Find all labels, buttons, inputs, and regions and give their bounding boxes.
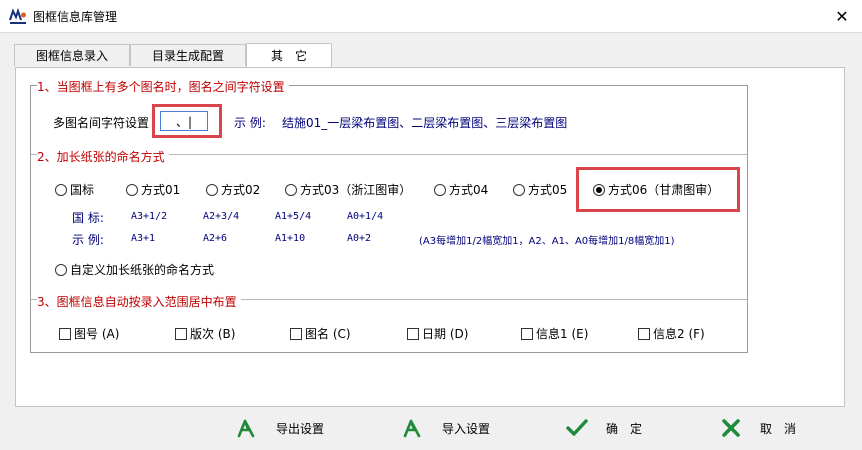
standard-value: A2+3/4 (203, 211, 240, 222)
radio-fangshi06[interactable]: 方式06（甘肃图审） (593, 181, 719, 198)
radio-circle (55, 263, 67, 276)
app-logo-icon (9, 7, 26, 24)
standard-value: A1+5/4 (275, 211, 312, 222)
export-settings-label: 导出设置 (276, 421, 325, 436)
export-arrow-icon (237, 419, 255, 438)
standard-value: A0+1/4 (347, 211, 384, 222)
tab-label: 其 它 (270, 49, 307, 63)
radio-label: 方式02 (221, 183, 261, 197)
radio-fangshi01[interactable]: 方式01 (126, 181, 180, 198)
cancel-x-icon (722, 419, 740, 437)
standard-value: A3+1/2 (131, 211, 168, 222)
radio-circle (126, 183, 138, 196)
example-value: A0+2 (347, 233, 372, 244)
tab-label: 图框信息录入 (35, 49, 108, 63)
radio-guobiao[interactable]: 国标 (55, 181, 94, 198)
example-value: A3+1 (131, 233, 156, 244)
section3-title: 3、图框信息自动按录入范围居中布置 (37, 293, 241, 310)
window-title: 图框信息库管理 (33, 10, 118, 24)
separator-input[interactable] (160, 111, 208, 131)
radio-fangshi03[interactable]: 方式03（浙江图审） (285, 181, 411, 198)
checkbox-label: 版次 (B) (190, 327, 236, 341)
radio-fangshi05[interactable]: 方式05 (513, 181, 567, 198)
radio-circle (513, 183, 525, 196)
checkbox-box (638, 327, 650, 340)
cancel-label: 取 消 (760, 421, 797, 436)
checkbox-label: 图名 (C) (305, 327, 351, 341)
radio-label: 国标 (70, 183, 95, 197)
tab-frame-info-entry[interactable]: 图框信息录入 (14, 44, 130, 66)
import-settings-label: 导入设置 (442, 421, 491, 436)
checkbox-label: 图号 (A) (74, 327, 120, 341)
radio-label: 自定义加长纸张的命名方式 (70, 263, 215, 277)
radio-label: 方式05 (528, 183, 568, 197)
radio-label: 方式01 (141, 183, 181, 197)
example-value: A1+10 (275, 233, 306, 244)
import-settings-button[interactable]: 导入设置 (402, 413, 490, 443)
radio-fangshi02[interactable]: 方式02 (206, 181, 260, 198)
title-bar: 图框信息库管理 ✕ (0, 0, 862, 32)
checkbox-label: 信息1 (E) (536, 327, 589, 341)
radio-label: 方式06（甘肃图审） (608, 183, 720, 197)
tab-label: 目录生成配置 (151, 49, 224, 63)
example-label: 示 例: (234, 116, 266, 130)
example-text: 结施01_一层梁布置图、二层梁布置图、三层梁布置图 (282, 116, 568, 130)
cancel-button[interactable]: 取 消 (720, 413, 796, 443)
checkbox-tuming[interactable]: 图名 (C) (290, 325, 351, 342)
radio-circle (434, 183, 446, 196)
close-icon: ✕ (835, 6, 849, 26)
checkbox-tuhao[interactable]: 图号 (A) (59, 325, 119, 342)
ok-button[interactable]: 确 定 (566, 413, 642, 443)
radio-circle-selected (593, 183, 605, 196)
tab-other[interactable]: 其 它 (246, 43, 332, 67)
radio-fangshi04[interactable]: 方式04 (434, 181, 488, 198)
separator-field-label: 多图名间字符设置 (53, 116, 150, 130)
checkmark-icon (566, 419, 588, 436)
checkbox-box (175, 327, 187, 340)
checkbox-riqi[interactable]: 日期 (D) (407, 325, 468, 342)
checkbox-box (290, 327, 302, 340)
close-button[interactable]: ✕ (822, 0, 862, 32)
radio-circle (55, 183, 67, 196)
checkbox-label: 日期 (D) (422, 327, 469, 341)
radio-label: 方式04 (449, 183, 489, 197)
section2-title: 2、加长纸张的命名方式 (37, 148, 169, 165)
example-row-label: 示 例: (72, 233, 104, 247)
checkbox-box (521, 327, 533, 340)
checkbox-banci[interactable]: 版次 (B) (175, 325, 235, 342)
example-value: A2+6 (203, 233, 228, 244)
checkbox-box (59, 327, 71, 340)
radio-custom-naming[interactable]: 自定义加长纸张的命名方式 (55, 261, 214, 278)
radio-label: 方式03（浙江图审） (300, 183, 412, 197)
import-arrow-icon (403, 419, 421, 438)
checkbox-xinxi2[interactable]: 信息2 (F) (638, 325, 705, 342)
checkbox-box (407, 327, 419, 340)
checkbox-label: 信息2 (F) (653, 327, 705, 341)
export-settings-button[interactable]: 导出设置 (236, 413, 324, 443)
ok-label: 确 定 (606, 421, 643, 436)
tab-catalog-config[interactable]: 目录生成配置 (130, 44, 246, 66)
example-note: (A3每增加1/2幅宽加1，A2、A1、A0每增加1/8幅宽加1) (419, 236, 675, 247)
radio-circle (285, 183, 297, 196)
standard-row-label: 国 标: (72, 211, 104, 225)
checkbox-xinxi1[interactable]: 信息1 (E) (521, 325, 588, 342)
section1-title: 1、当图框上有多个图名时，图名之间字符设置 (37, 78, 289, 95)
radio-circle (206, 183, 218, 196)
